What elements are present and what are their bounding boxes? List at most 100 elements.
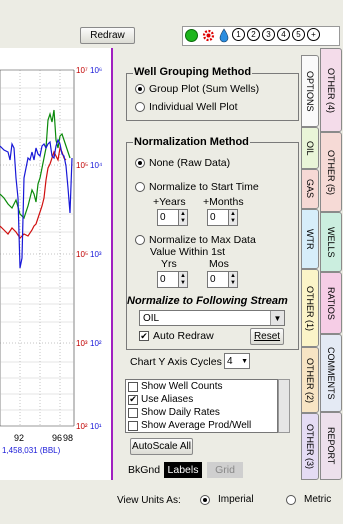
yrs-label: Yrs	[161, 258, 177, 270]
start-time-radio[interactable]: Normalize to Start Time	[135, 181, 259, 193]
imperial-radio[interactable]: Imperial	[200, 494, 254, 505]
y-tick-label: 10²	[76, 422, 88, 431]
normalization-title: Normalization Method	[133, 136, 250, 148]
x-tick-label: 98	[63, 433, 73, 443]
radio-icon	[135, 235, 145, 245]
numbered-buttons: 1 2 3 4 5 +	[232, 28, 320, 41]
start-time-label: Normalize to Start Time	[149, 181, 259, 193]
y-tick-label: 10⁷	[76, 66, 88, 75]
tab-options[interactable]: OPTIONS	[301, 55, 319, 127]
yrs-value[interactable]: 0	[157, 271, 179, 288]
series-water-line	[0, 138, 73, 269]
y-tick-label: 10³	[76, 339, 88, 348]
bkgnd-tab[interactable]: BkGnd	[126, 462, 162, 478]
none-raw-radio[interactable]: None (Raw Data)	[135, 157, 230, 169]
autoscale-button[interactable]: AutoScale All	[130, 438, 193, 455]
metric-label: Metric	[304, 494, 332, 505]
option-show-daily-rates[interactable]: Show Daily Rates	[126, 406, 277, 419]
stepper-arrows-icon[interactable]: ▲ ▼	[229, 271, 238, 288]
radio-icon	[135, 84, 145, 94]
stream-select-value: OIL	[143, 312, 160, 324]
years-stepper[interactable]: 0 ▲ ▼	[157, 209, 188, 226]
stepper-arrows-icon[interactable]: ▲ ▼	[179, 271, 188, 288]
tab-label: OIL	[305, 140, 315, 156]
tab-other-2[interactable]: OTHER (2)	[301, 347, 319, 413]
option-show-average-prod[interactable]: Show Average Prod/Well	[126, 419, 277, 432]
tab-other-1[interactable]: OTHER (1)	[301, 269, 319, 347]
checkbox-icon: ✔	[139, 330, 149, 341]
tab-other-5[interactable]: OTHER (5)	[320, 132, 342, 212]
tab-wells[interactable]: WELLS	[320, 212, 342, 272]
tab-wtr[interactable]: WTR	[301, 209, 319, 269]
total-production-label: 1,458,031 (BBL)	[2, 446, 61, 455]
option-show-well-counts[interactable]: Show Well Counts	[126, 380, 277, 393]
tab-oil[interactable]: OIL	[301, 127, 319, 169]
tab-label: OPTIONS	[305, 70, 315, 112]
months-stepper[interactable]: 0 ▲ ▼	[207, 209, 238, 226]
circle-3-button[interactable]: 3	[262, 28, 275, 41]
red-gear-icon[interactable]	[201, 28, 216, 43]
mos-value[interactable]: 0	[207, 271, 229, 288]
stepper-arrows-icon[interactable]: ▲ ▼	[179, 209, 188, 226]
option-label: Show Daily Rates	[141, 407, 220, 418]
max-value-radio[interactable]: Normalize to Max Data	[135, 234, 256, 246]
circle-plus-button[interactable]: +	[307, 28, 320, 41]
reset-button[interactable]: Reset	[250, 328, 284, 345]
tab-ratios[interactable]: RATIOS	[320, 272, 342, 334]
water-drop-icon[interactable]	[219, 28, 229, 43]
tab-label: WELLS	[326, 226, 336, 258]
series-gas-line	[0, 109, 71, 220]
circle-5-button[interactable]: 5	[292, 28, 305, 41]
individual-well-radio[interactable]: Individual Well Plot	[135, 101, 238, 113]
max-value-label: Normalize to Max Data	[149, 234, 256, 246]
group-plot-label: Group Plot (Sum Wells)	[149, 83, 260, 95]
tab-label: OTHER (1)	[305, 285, 315, 331]
option-label: Show Average Prod/Well	[141, 420, 252, 431]
stepper-arrows-icon[interactable]: ▲ ▼	[229, 209, 238, 226]
circle-2-button[interactable]: 2	[247, 28, 260, 41]
radio-icon	[135, 102, 145, 112]
circle-4-button[interactable]: 4	[277, 28, 290, 41]
grouping-title: Well Grouping Method	[133, 66, 253, 78]
tab-label: WTR	[305, 228, 315, 250]
yrs-stepper[interactable]: 0 ▲ ▼	[157, 271, 188, 288]
circle-1-button[interactable]: 1	[232, 28, 245, 41]
tab-label: OTHER (3)	[305, 424, 315, 469]
mos-stepper[interactable]: 0 ▲ ▼	[207, 271, 238, 288]
chart-svg: 10⁷ 10⁶ 10⁵ 10⁴ 10⁵ 10³ 10³ 10² 10² 10¹ …	[0, 66, 103, 455]
grid-tab[interactable]: Grid	[207, 462, 243, 478]
green-circle-icon[interactable]	[185, 29, 198, 42]
months-value[interactable]: 0	[207, 209, 229, 226]
tab-label: REPORT	[326, 427, 336, 465]
options-panel: Well Grouping Method Group Plot (Sum Wel…	[113, 48, 301, 480]
stream-select[interactable]: OIL ▼	[139, 310, 285, 326]
tab-label: OTHER (2)	[305, 357, 315, 403]
labels-tab[interactable]: Labels	[164, 462, 202, 478]
imperial-label: Imperial	[218, 494, 254, 505]
tab-comments[interactable]: COMMENTS	[320, 334, 342, 412]
x-tick-label: 96	[52, 433, 62, 443]
radio-icon	[200, 494, 210, 505]
tab-label: OTHER (5)	[326, 149, 336, 195]
y-tick-label: 10⁵	[76, 161, 88, 170]
years-value[interactable]: 0	[157, 209, 179, 226]
y-tick-label: 10¹	[90, 422, 102, 431]
group-plot-radio[interactable]: Group Plot (Sum Wells)	[135, 83, 259, 95]
top-toolbar: Redraw 1 2 3 4 5 +	[0, 0, 343, 48]
chevron-down-icon[interactable]: ▼	[270, 311, 284, 325]
tab-other-4[interactable]: OTHER (4)	[320, 48, 342, 132]
redraw-button[interactable]: Redraw	[80, 27, 135, 44]
tab-gas[interactable]: GAS	[301, 169, 319, 209]
list-scrollbar[interactable]	[278, 379, 290, 433]
auto-redraw-checkbox[interactable]: ✔ Auto Redraw	[139, 330, 214, 342]
y-axis-cycles-select[interactable]: 4 ▼	[224, 353, 250, 369]
tab-report[interactable]: REPORT	[320, 412, 342, 480]
production-chart[interactable]: 10⁷ 10⁶ 10⁵ 10⁴ 10⁵ 10³ 10³ 10² 10² 10¹ …	[0, 48, 113, 480]
chevron-down-icon[interactable]: ▼	[241, 358, 249, 365]
radio-icon	[135, 182, 145, 192]
tab-other-3[interactable]: OTHER (3)	[301, 413, 319, 480]
metric-radio[interactable]: Metric	[286, 494, 331, 505]
option-use-aliases[interactable]: ✔ Use Aliases	[126, 393, 277, 406]
view-units-label: View Units As:	[117, 495, 181, 506]
display-options-list[interactable]: Show Well Counts ✔ Use Aliases Show Daily…	[125, 379, 278, 433]
